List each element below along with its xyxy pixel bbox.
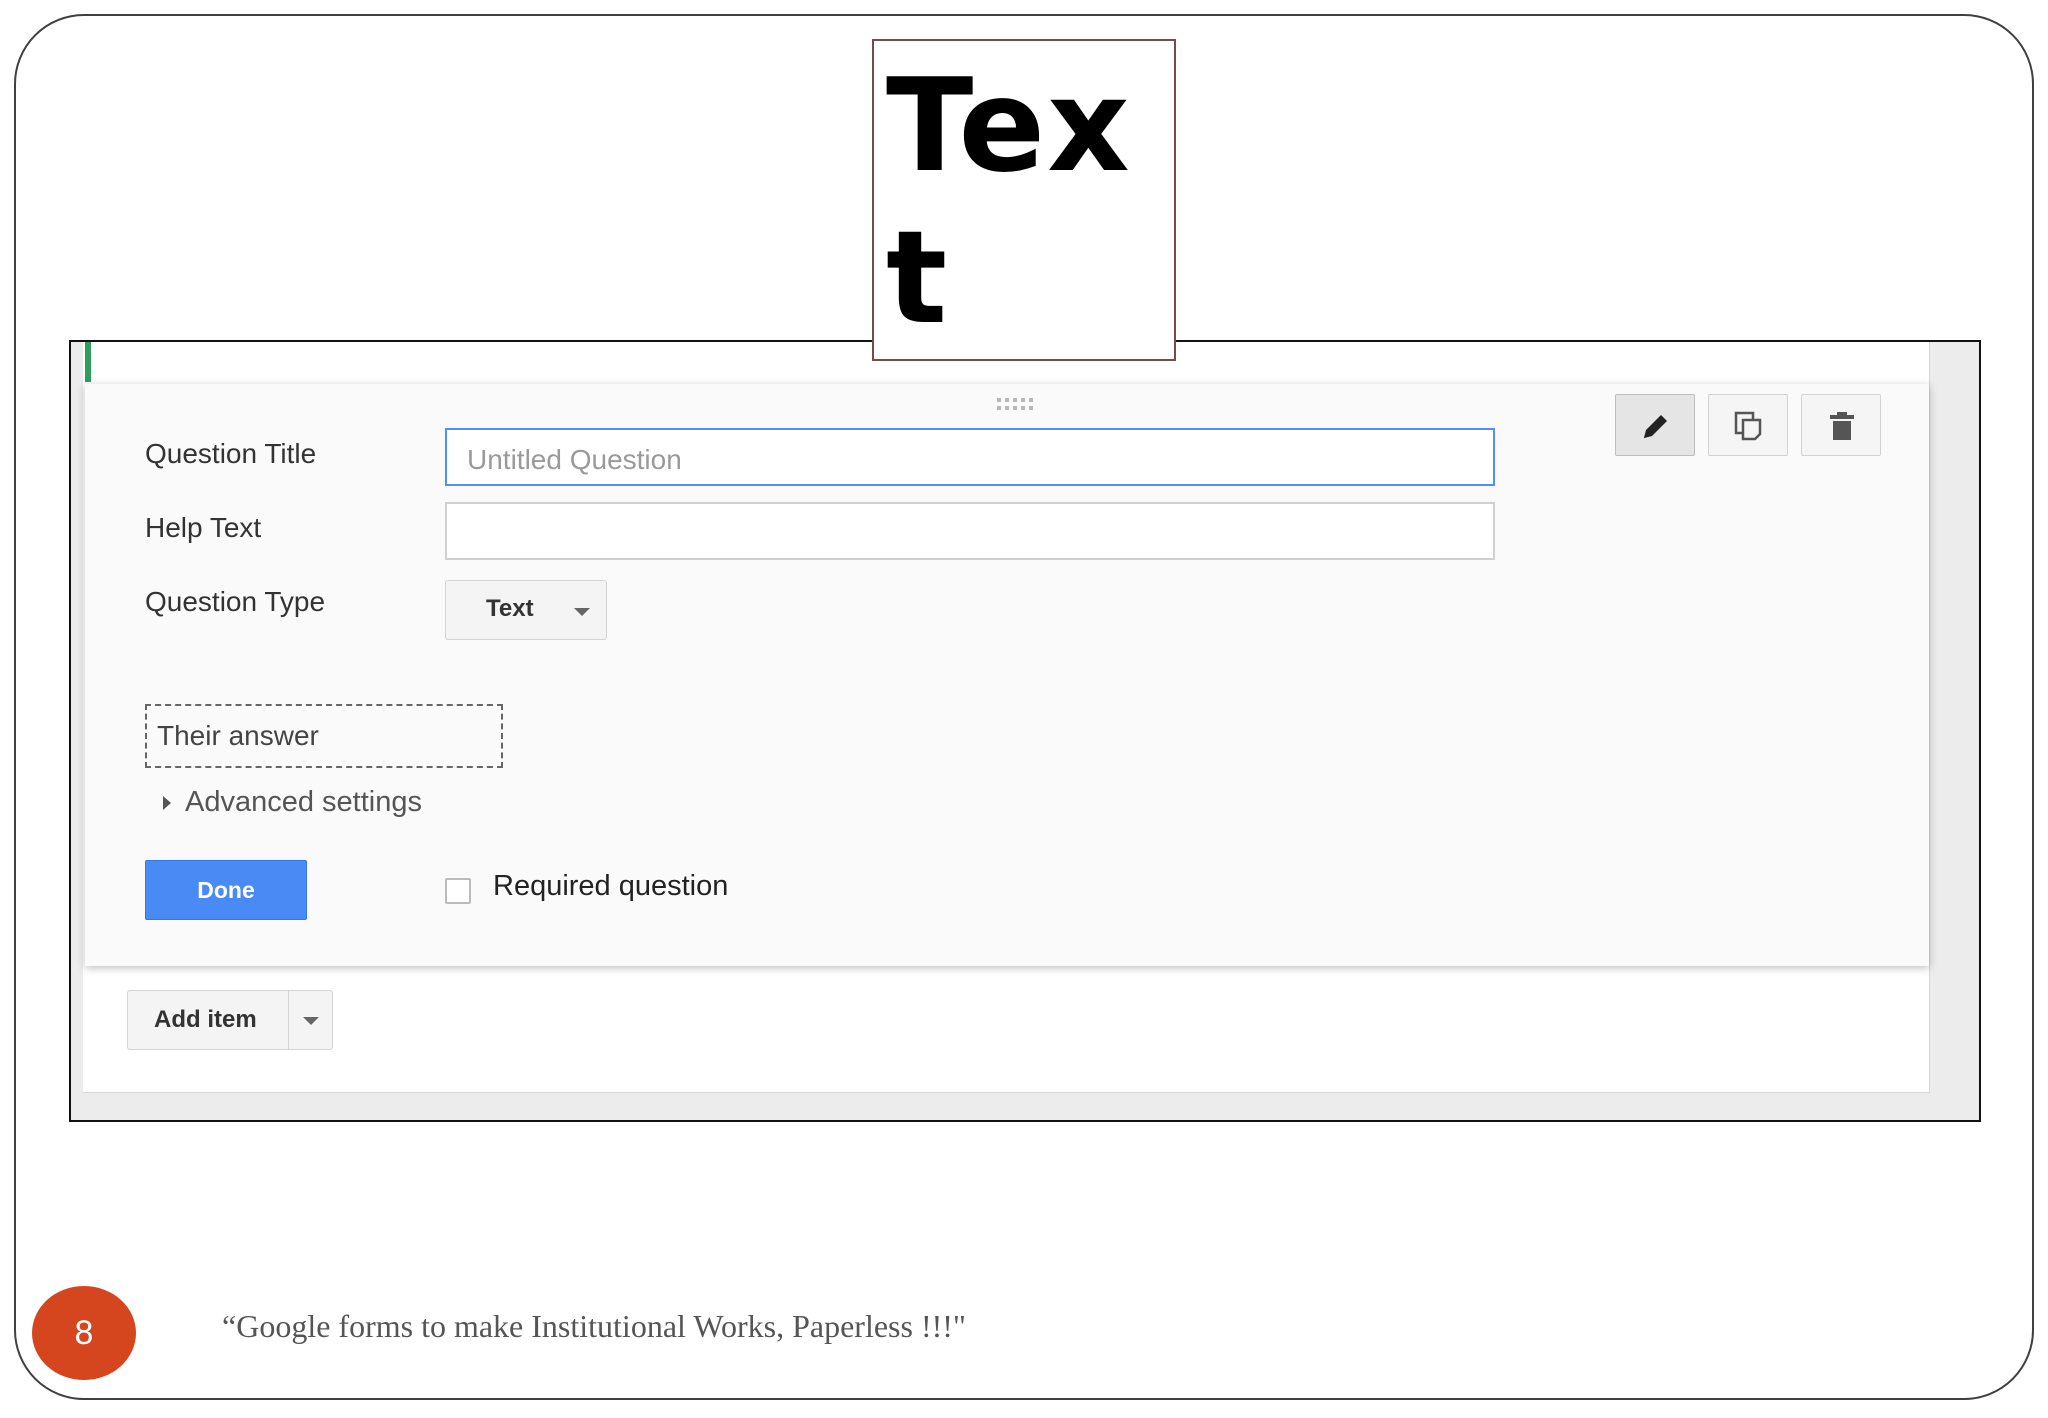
required-checkbox[interactable]: [445, 878, 471, 904]
trash-icon: [1830, 412, 1854, 440]
question-title-label: Question Title: [145, 438, 317, 469]
slide-footer: “Google forms to make Institutional Work…: [222, 1308, 966, 1344]
answer-preview-field: Their answer: [145, 704, 503, 768]
delete-button[interactable]: [1801, 394, 1881, 456]
advanced-settings-toggle[interactable]: Advanced settings: [163, 786, 422, 819]
forms-screenshot: Question Title Untitled Question Help Te…: [69, 340, 1981, 1122]
question-title-input[interactable]: Untitled Question: [445, 428, 1495, 486]
done-button[interactable]: Done: [145, 860, 307, 920]
edit-button[interactable]: [1615, 394, 1695, 456]
add-item-label: Add item: [154, 1006, 257, 1033]
help-text-input[interactable]: [445, 502, 1495, 560]
help-text-label: Help Text: [145, 512, 262, 543]
duplicate-button[interactable]: [1708, 394, 1788, 456]
drag-handle-icon[interactable]: [997, 398, 1041, 412]
triangle-right-icon: [163, 796, 171, 811]
big-text-label: Text: [886, 52, 1132, 353]
chevron-down-icon: [574, 608, 590, 616]
page-number-badge: 8: [32, 1286, 136, 1380]
big-text-label-box: Text: [872, 39, 1176, 361]
accent-bar: [85, 342, 91, 382]
question-type-label: Question Type: [145, 586, 326, 617]
advanced-settings-label: Advanced settings: [185, 786, 422, 818]
add-item-button[interactable]: Add item: [127, 990, 333, 1050]
pencil-icon: [1644, 415, 1667, 438]
question-edit-card: Question Title Untitled Question Help Te…: [85, 384, 1929, 966]
question-type-value: Text: [486, 595, 534, 622]
divider: [288, 991, 289, 1049]
chevron-down-icon[interactable]: [303, 1017, 319, 1025]
copy-icon: [1734, 411, 1762, 441]
question-type-select[interactable]: Text: [445, 580, 607, 640]
required-question-label: Required question: [493, 870, 729, 902]
